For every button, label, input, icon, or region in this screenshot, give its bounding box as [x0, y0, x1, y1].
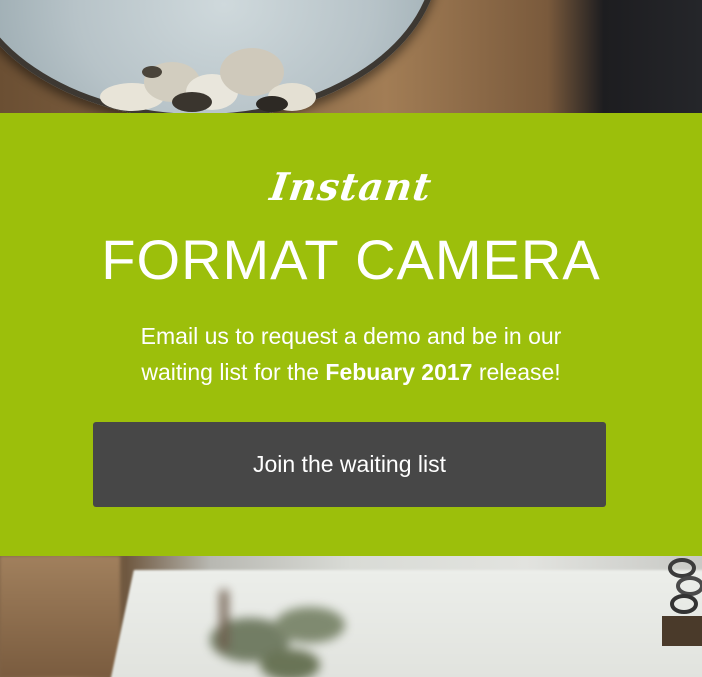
wood-edge: [0, 556, 120, 677]
description-line-2-suffix: release!: [472, 359, 561, 385]
chain-strap: [662, 558, 702, 646]
rocks-in-bowl: [100, 48, 316, 112]
join-waiting-list-button[interactable]: Join the waiting list: [93, 422, 606, 507]
release-date: Febuary 2017: [325, 359, 473, 385]
blurred-plant: [210, 590, 345, 677]
hero-description: Email us to request a demo and be in our…: [60, 318, 642, 390]
description-line-1: Email us to request a demo and be in our: [140, 323, 562, 349]
hero-title: FORMAT CAMERA: [101, 228, 601, 291]
description-line-2-prefix: waiting list for the: [141, 359, 326, 385]
hero-banner: Instant FORMAT CAMERA Email us to reques…: [0, 113, 702, 556]
hero-subtitle: Instant: [267, 164, 435, 209]
